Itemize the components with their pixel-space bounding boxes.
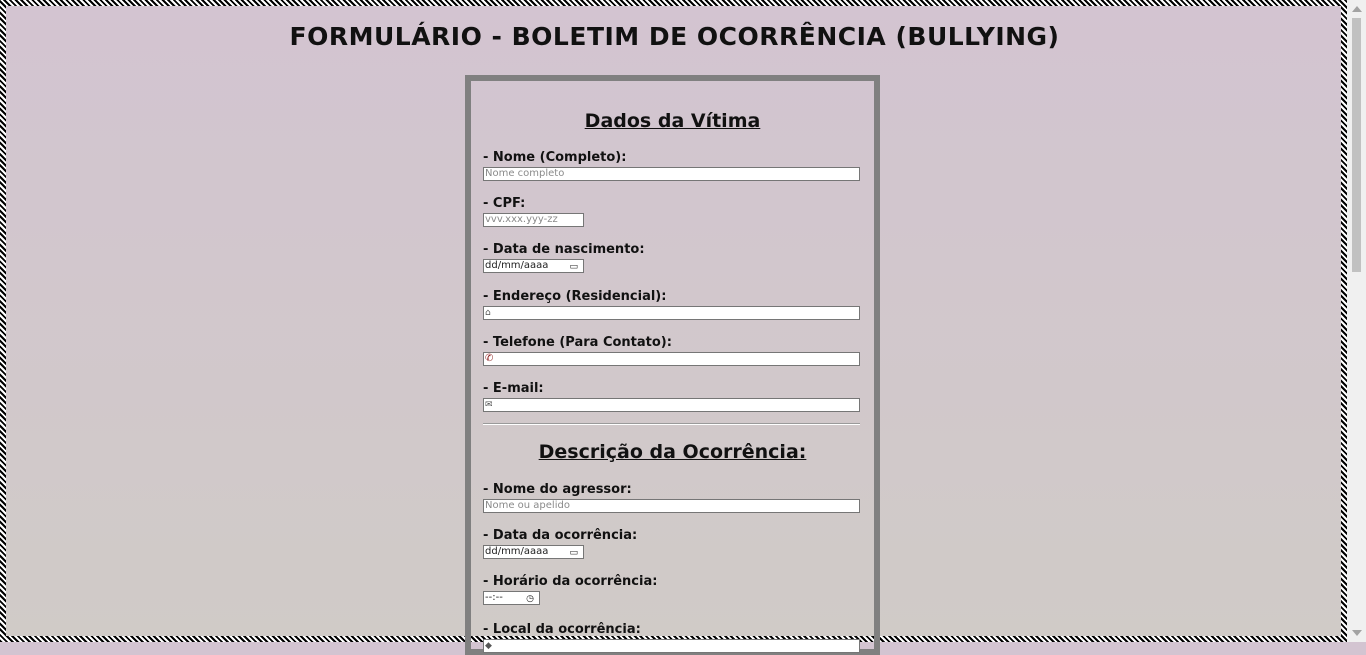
email-label: - E-mail: xyxy=(483,381,544,396)
page-title: FORMULÁRIO - BOLETIM DE OCORRÊNCIA (BULL… xyxy=(289,22,1060,51)
birth-date-value: dd/mm/aaaa xyxy=(485,260,549,271)
incident-time-label: - Horário da ocorrência: xyxy=(483,574,658,589)
report-form: Dados da Vítima - Nome (Completo): Nome … xyxy=(465,75,880,655)
cpf-input[interactable]: vvv.xxx.yyy-zz xyxy=(483,213,584,227)
calendar-icon[interactable]: ▭ xyxy=(569,261,578,272)
incident-section-title: Descrição da Ocorrência: xyxy=(538,441,807,463)
phone-label: - Telefone (Para Contato): xyxy=(483,335,672,350)
victim-name-input[interactable]: Nome completo xyxy=(483,167,860,181)
clock-icon[interactable]: ◷ xyxy=(526,593,534,604)
address-label: - Endereço (Residencial): xyxy=(483,289,667,304)
incident-time-value: --:-- xyxy=(485,592,503,603)
victim-name-label: - Nome (Completo): xyxy=(483,150,627,165)
home-icon: ⌂ xyxy=(485,308,491,318)
location-label: - Local da ocorrência: xyxy=(483,622,641,637)
section-divider xyxy=(483,423,860,425)
location-input[interactable]: ◆ xyxy=(483,639,860,653)
birth-date-input[interactable]: dd/mm/aaaa ▭ xyxy=(483,259,584,273)
vertical-scrollbar[interactable] xyxy=(1347,0,1366,642)
birth-date-label: - Data de nascimento: xyxy=(483,242,645,257)
aggressor-label: - Nome do agressor: xyxy=(483,482,632,497)
victim-name-placeholder: Nome completo xyxy=(485,168,565,179)
phone-icon: ✆ xyxy=(485,353,494,364)
incident-time-input[interactable]: --:-- ◷ xyxy=(483,591,540,605)
phone-input[interactable]: ✆ xyxy=(483,352,860,366)
incident-date-label: - Data da ocorrência: xyxy=(483,528,638,543)
aggressor-input[interactable]: Nome ou apelido xyxy=(483,499,860,513)
address-input[interactable]: ⌂ xyxy=(483,306,860,320)
envelope-icon: ✉ xyxy=(485,400,493,410)
incident-date-input[interactable]: dd/mm/aaaa ▭ xyxy=(483,545,584,559)
scrollbar-thumb[interactable] xyxy=(1352,18,1361,272)
victim-section-title: Dados da Vítima xyxy=(584,110,761,132)
email-input[interactable]: ✉ xyxy=(483,398,860,412)
incident-date-value: dd/mm/aaaa xyxy=(485,546,549,557)
cpf-label: - CPF: xyxy=(483,196,526,211)
scroll-up-arrow-icon[interactable] xyxy=(1352,6,1362,12)
scroll-down-arrow-icon[interactable] xyxy=(1352,630,1362,636)
calendar-icon[interactable]: ▭ xyxy=(569,547,578,558)
aggressor-placeholder: Nome ou apelido xyxy=(485,500,570,511)
cpf-placeholder: vvv.xxx.yyy-zz xyxy=(485,214,558,225)
